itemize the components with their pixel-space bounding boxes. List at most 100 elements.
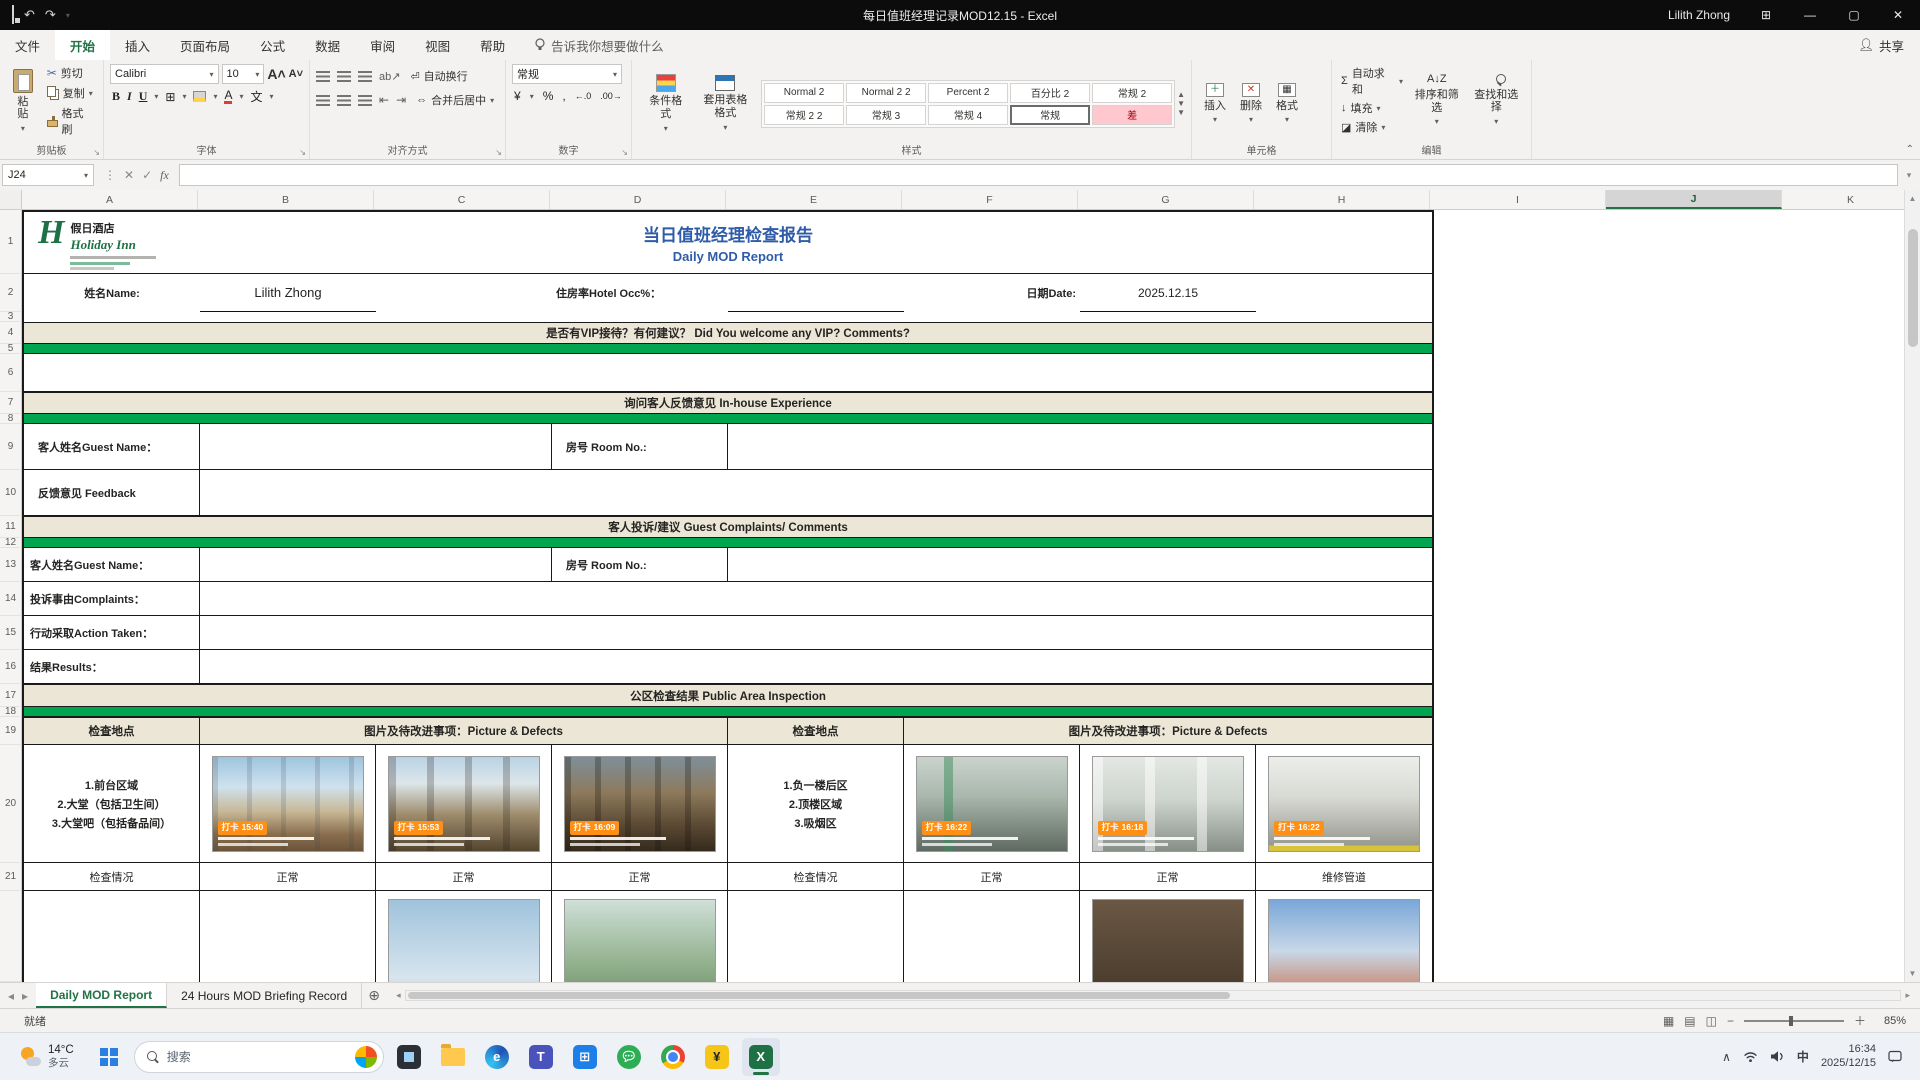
format-cells-button[interactable]: ▦ 格式▾ bbox=[1270, 80, 1304, 128]
complaint-value-cell[interactable] bbox=[200, 582, 1432, 616]
row-header-1[interactable]: 1 bbox=[0, 210, 22, 274]
fill-button[interactable]: ↓填充▾ bbox=[1338, 99, 1406, 117]
public-section-header[interactable]: 公区检查结果 Public Area Inspection bbox=[24, 684, 1432, 707]
results-label-cell[interactable]: 结果Results： bbox=[24, 650, 200, 684]
orientation-icon[interactable]: ab↗ bbox=[379, 70, 400, 83]
name-value-cell[interactable]: Lilith Zhong bbox=[200, 274, 376, 312]
wechat-button[interactable]: 💬︎ bbox=[610, 1038, 648, 1076]
cancel-entry-icon[interactable]: ✕ bbox=[124, 168, 134, 182]
decrease-indent-icon[interactable]: ⇤ bbox=[379, 93, 389, 107]
edge-button[interactable]: e bbox=[478, 1038, 516, 1076]
cell-style-item[interactable]: Normal 2 bbox=[764, 83, 844, 103]
inspection-photo-back-area[interactable]: 打卡16:22 bbox=[916, 756, 1068, 852]
row-header-12[interactable]: 12 bbox=[0, 538, 22, 548]
scroll-left-icon[interactable]: ◂ bbox=[396, 990, 401, 1001]
zoom-in-icon[interactable]: ＋ bbox=[1854, 1012, 1866, 1029]
paste-button[interactable]: 粘贴 ▾ bbox=[6, 64, 40, 138]
wrap-text-button[interactable]: ⏎自动换行 bbox=[407, 67, 470, 85]
number-format-select[interactable]: 常规▾ bbox=[512, 64, 622, 84]
notifications-icon[interactable] bbox=[1888, 1050, 1902, 1063]
row-header-4[interactable]: 4 bbox=[0, 322, 22, 344]
collapse-ribbon-icon[interactable]: ⌃ bbox=[1906, 144, 1914, 155]
delete-cells-button[interactable]: ✕ 删除▾ bbox=[1234, 80, 1268, 128]
row-header-9[interactable]: 9 bbox=[0, 424, 22, 470]
pictures-header-cell[interactable]: 图片及待改进事项：Picture & Defects bbox=[904, 717, 1432, 745]
close-button[interactable]: ✕ bbox=[1876, 0, 1920, 30]
row-header-5[interactable]: 5 bbox=[0, 344, 22, 354]
row-header-15[interactable]: 15 bbox=[0, 616, 22, 650]
status-cell[interactable]: 正常 bbox=[904, 863, 1080, 891]
inspection-photo-smoking-area[interactable]: 打卡16:22 bbox=[1268, 756, 1420, 852]
customize-qat-icon[interactable]: ▾ bbox=[66, 11, 70, 20]
row-header-21[interactable]: 21 bbox=[0, 863, 22, 891]
font-family-select[interactable]: Calibri▾ bbox=[110, 64, 219, 84]
bold-icon[interactable]: B bbox=[112, 89, 120, 104]
file-explorer-button[interactable] bbox=[434, 1038, 472, 1076]
status-label-cell[interactable]: 检查情况 bbox=[728, 863, 904, 891]
empty-cell[interactable] bbox=[728, 891, 904, 982]
status-cell[interactable]: 正常 bbox=[552, 863, 728, 891]
scroll-up-icon[interactable]: ▲ bbox=[1909, 190, 1917, 207]
complaints-section-header[interactable]: 客人投诉/建议 Guest Complaints/ Comments bbox=[24, 516, 1432, 538]
room-no-value-cell[interactable] bbox=[728, 424, 1432, 470]
font-dialog-launcher[interactable]: ↘ bbox=[299, 148, 306, 157]
scroll-right-icon[interactable]: ▸ bbox=[1905, 990, 1910, 1001]
row-header-22[interactable] bbox=[0, 891, 22, 982]
col-header-G[interactable]: G bbox=[1078, 190, 1254, 209]
alignment-dialog-launcher[interactable]: ↘ bbox=[495, 148, 502, 157]
empty-cell[interactable] bbox=[24, 891, 200, 982]
clipboard-dialog-launcher[interactable]: ↘ bbox=[93, 148, 100, 157]
sheet-tab-24-hours-briefing[interactable]: 24 Hours MOD Briefing Record bbox=[167, 983, 362, 1008]
complaint-guest-name-label-cell[interactable]: 客人姓名Guest Name： bbox=[24, 548, 200, 582]
search-highlight-icon[interactable] bbox=[355, 1046, 377, 1068]
currency-icon[interactable]: ¥ bbox=[514, 89, 521, 103]
date-label-cell[interactable]: 日期Date: bbox=[904, 274, 1080, 312]
inspection-photo-lobby-bar[interactable]: 打卡16:09 bbox=[564, 756, 716, 852]
finance-app-button[interactable]: ¥ bbox=[698, 1038, 736, 1076]
cell-style-item-bad[interactable]: 差 bbox=[1092, 105, 1172, 125]
tab-formulas[interactable]: 公式 bbox=[245, 30, 300, 60]
green-divider[interactable] bbox=[24, 414, 1432, 424]
inspection-photo-partial[interactable] bbox=[564, 899, 716, 982]
insert-cells-button[interactable]: ＋ 插入▾ bbox=[1198, 80, 1232, 128]
col-header-I[interactable]: I bbox=[1430, 190, 1606, 209]
room-no-label-cell[interactable]: 房号 Room No.: bbox=[552, 424, 728, 470]
tab-review[interactable]: 审阅 bbox=[355, 30, 410, 60]
borders-icon[interactable]: ⊞ bbox=[165, 90, 175, 104]
underline-icon[interactable]: U bbox=[139, 89, 148, 104]
location-header-cell[interactable]: 检查地点 bbox=[728, 717, 904, 745]
vip-answer-cell[interactable] bbox=[24, 354, 1432, 392]
col-header-J[interactable]: J bbox=[1606, 190, 1782, 209]
inspection-photo-partial[interactable] bbox=[1268, 899, 1420, 982]
task-view-button[interactable] bbox=[390, 1038, 428, 1076]
zoom-slider[interactable] bbox=[1744, 1020, 1844, 1022]
vertical-scroll-thumb[interactable] bbox=[1908, 229, 1918, 347]
confirm-entry-icon[interactable]: ✓ bbox=[142, 168, 152, 182]
tab-help[interactable]: 帮助 bbox=[465, 30, 520, 60]
font-size-select[interactable]: 10▾ bbox=[222, 64, 265, 84]
col-header-H[interactable]: H bbox=[1254, 190, 1430, 209]
results-value-cell[interactable] bbox=[200, 650, 1432, 684]
status-cell[interactable]: 正常 bbox=[376, 863, 552, 891]
redo-icon[interactable]: ↷ bbox=[45, 7, 56, 23]
formula-menu-icon[interactable]: ⋮ bbox=[104, 168, 116, 182]
formula-input[interactable] bbox=[179, 164, 1898, 186]
tab-insert[interactable]: 插入 bbox=[110, 30, 165, 60]
select-all-corner[interactable] bbox=[0, 190, 22, 209]
cell-style-item[interactable]: Normal 2 2 bbox=[846, 83, 926, 103]
align-bottom-icon[interactable] bbox=[358, 71, 372, 82]
conditional-formatting-button[interactable]: 条件格式 ▾ bbox=[638, 71, 694, 135]
tab-page-layout[interactable]: 页面布局 bbox=[165, 30, 245, 60]
number-dialog-launcher[interactable]: ↘ bbox=[621, 148, 628, 157]
chrome-button[interactable] bbox=[654, 1038, 692, 1076]
sheet-nav-left-icon[interactable]: ◂ bbox=[8, 989, 14, 1003]
status-cell[interactable]: 正常 bbox=[1080, 863, 1256, 891]
zoom-thumb[interactable] bbox=[1789, 1016, 1793, 1026]
insert-function-icon[interactable]: fx bbox=[160, 168, 169, 183]
comma-icon[interactable]: , bbox=[562, 89, 565, 103]
occ-value-cell[interactable] bbox=[728, 274, 904, 312]
zoom-level[interactable]: 85% bbox=[1876, 1015, 1906, 1027]
clock-widget[interactable]: 16:34 2025/12/15 bbox=[1821, 1043, 1876, 1071]
italic-icon[interactable]: I bbox=[127, 89, 132, 104]
gallery-up-icon[interactable]: ▲ bbox=[1177, 90, 1185, 99]
